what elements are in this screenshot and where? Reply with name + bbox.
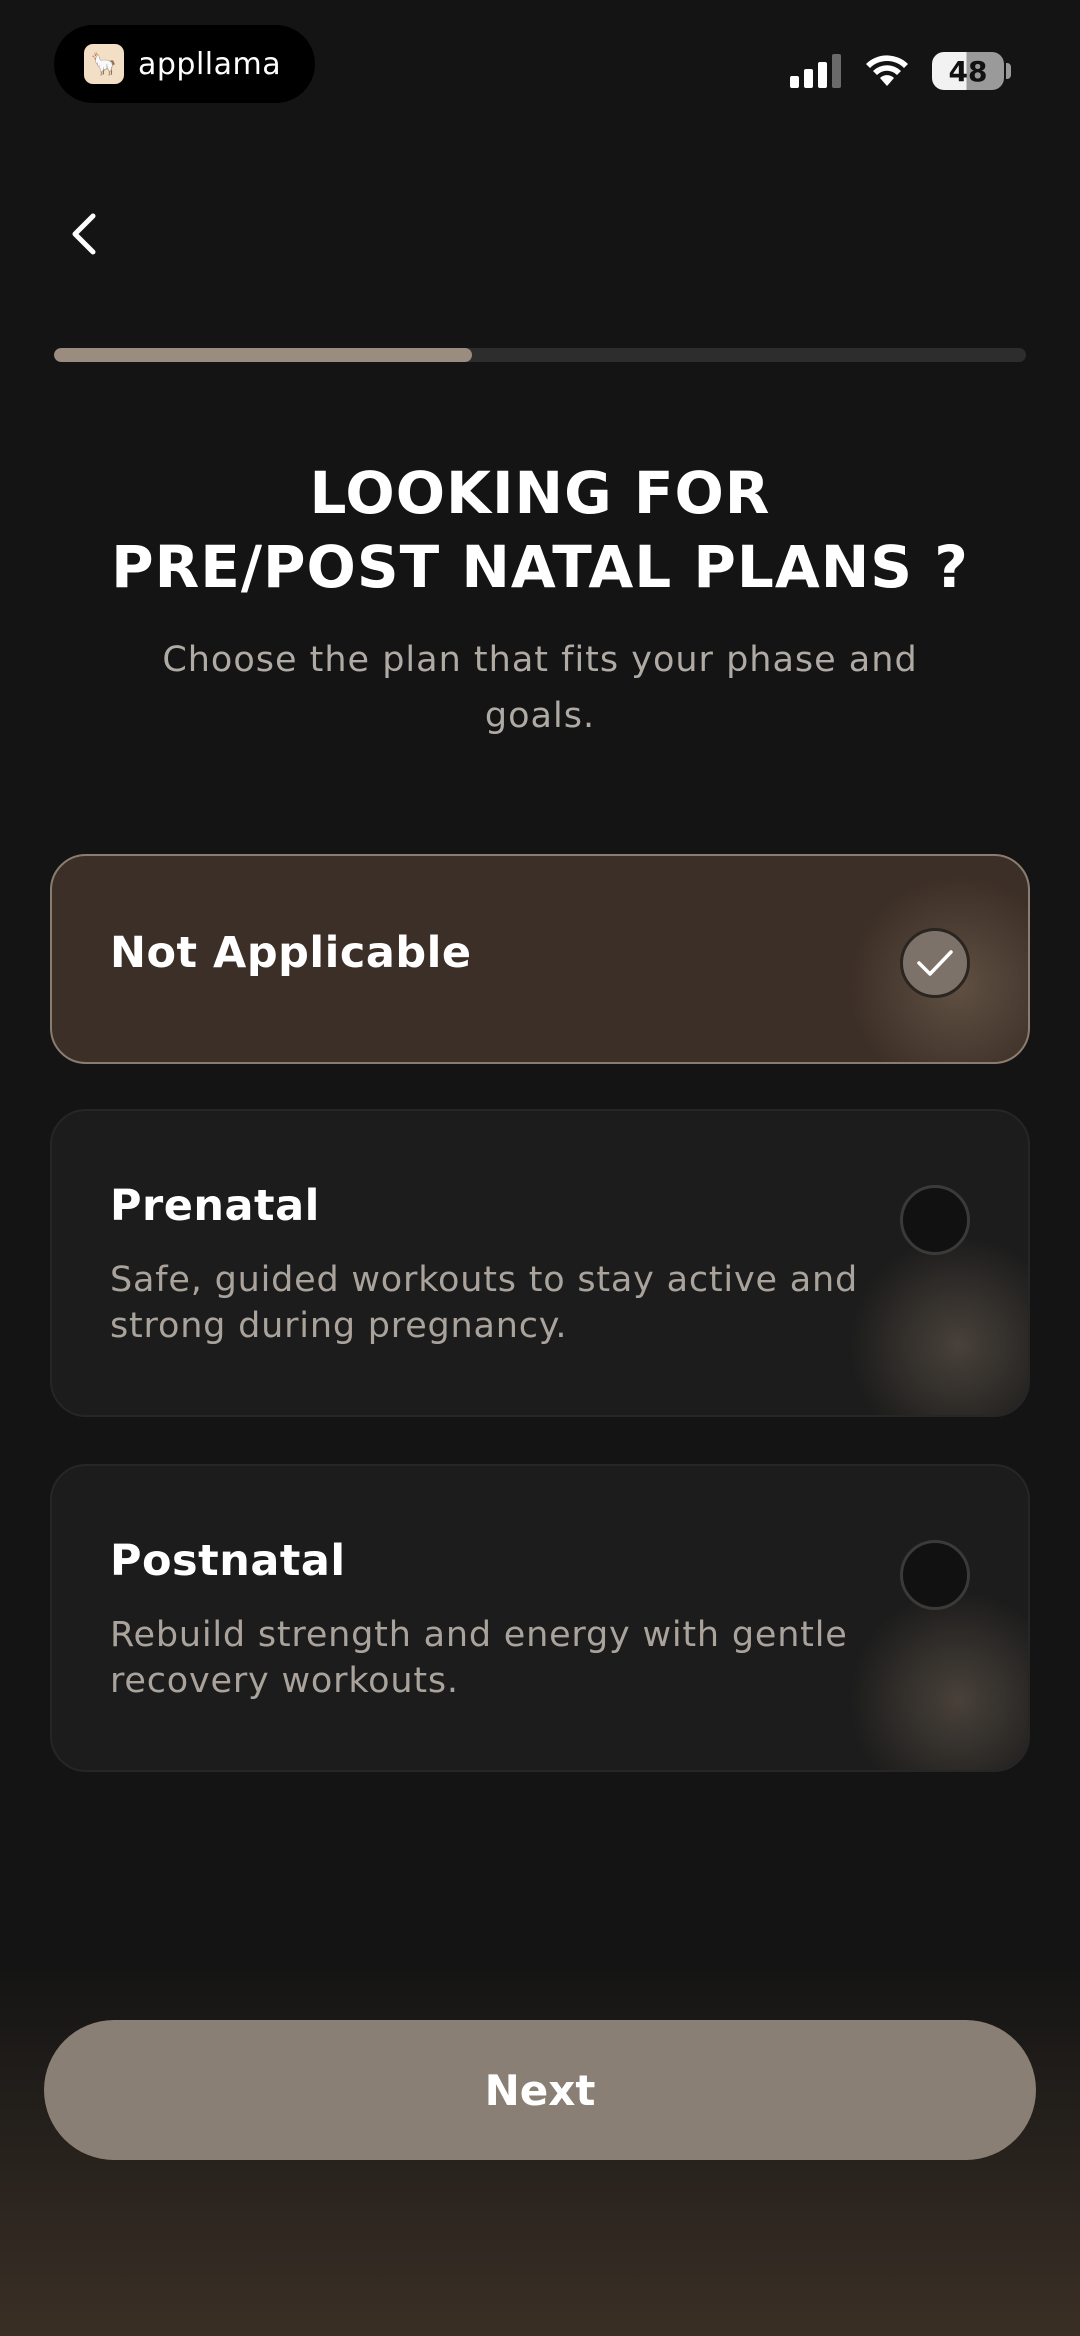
radio-unchecked[interactable] (900, 1185, 970, 1255)
llama-logo-icon: 🦙 (84, 44, 124, 84)
option-description: Rebuild strength and energy with gentle … (110, 1615, 848, 1701)
option-prenatal[interactable]: Prenatal Safe, guided workouts to stay a… (50, 1109, 1030, 1417)
option-not-applicable[interactable]: Not Applicable (50, 854, 1030, 1064)
app-indicator-pill: 🦙 appllama (54, 25, 315, 103)
title-line-1: LOOKING FOR (309, 459, 771, 527)
option-title: Not Applicable (110, 928, 472, 978)
page-subtitle: Choose the plan that fits your phase and… (162, 640, 918, 736)
progress-fill (54, 348, 472, 362)
radio-unchecked[interactable] (900, 1540, 970, 1610)
signal-strength-icon (790, 54, 841, 88)
radio-checked[interactable] (900, 928, 970, 998)
page-title: LOOKING FOR PRE/POST NATAL PLANS ? (0, 456, 1080, 604)
wifi-icon (866, 55, 908, 86)
title-line-2: PRE/POST NATAL PLANS ? (111, 533, 969, 601)
option-title: Prenatal (110, 1181, 320, 1231)
checkmark-icon (917, 950, 953, 976)
option-postnatal[interactable]: Postnatal Rebuild strength and energy wi… (50, 1464, 1030, 1772)
progress-bar (54, 348, 1026, 362)
option-description: Safe, guided workouts to stay active and… (110, 1260, 858, 1346)
battery-icon: 48 (932, 52, 1004, 90)
chevron-left-icon (72, 213, 96, 255)
battery-nub (1006, 63, 1011, 79)
onboarding-screen: 🦙 appllama 48 LOOKING FOR PRE/POST NATAL… (0, 0, 1080, 2336)
battery-level: 48 (948, 54, 988, 88)
status-bar: 🦙 appllama 48 (0, 0, 1080, 130)
app-name: appllama (138, 46, 282, 82)
back-button[interactable] (54, 204, 114, 264)
next-button[interactable]: Next (44, 2020, 1036, 2160)
option-title: Postnatal (110, 1536, 346, 1586)
